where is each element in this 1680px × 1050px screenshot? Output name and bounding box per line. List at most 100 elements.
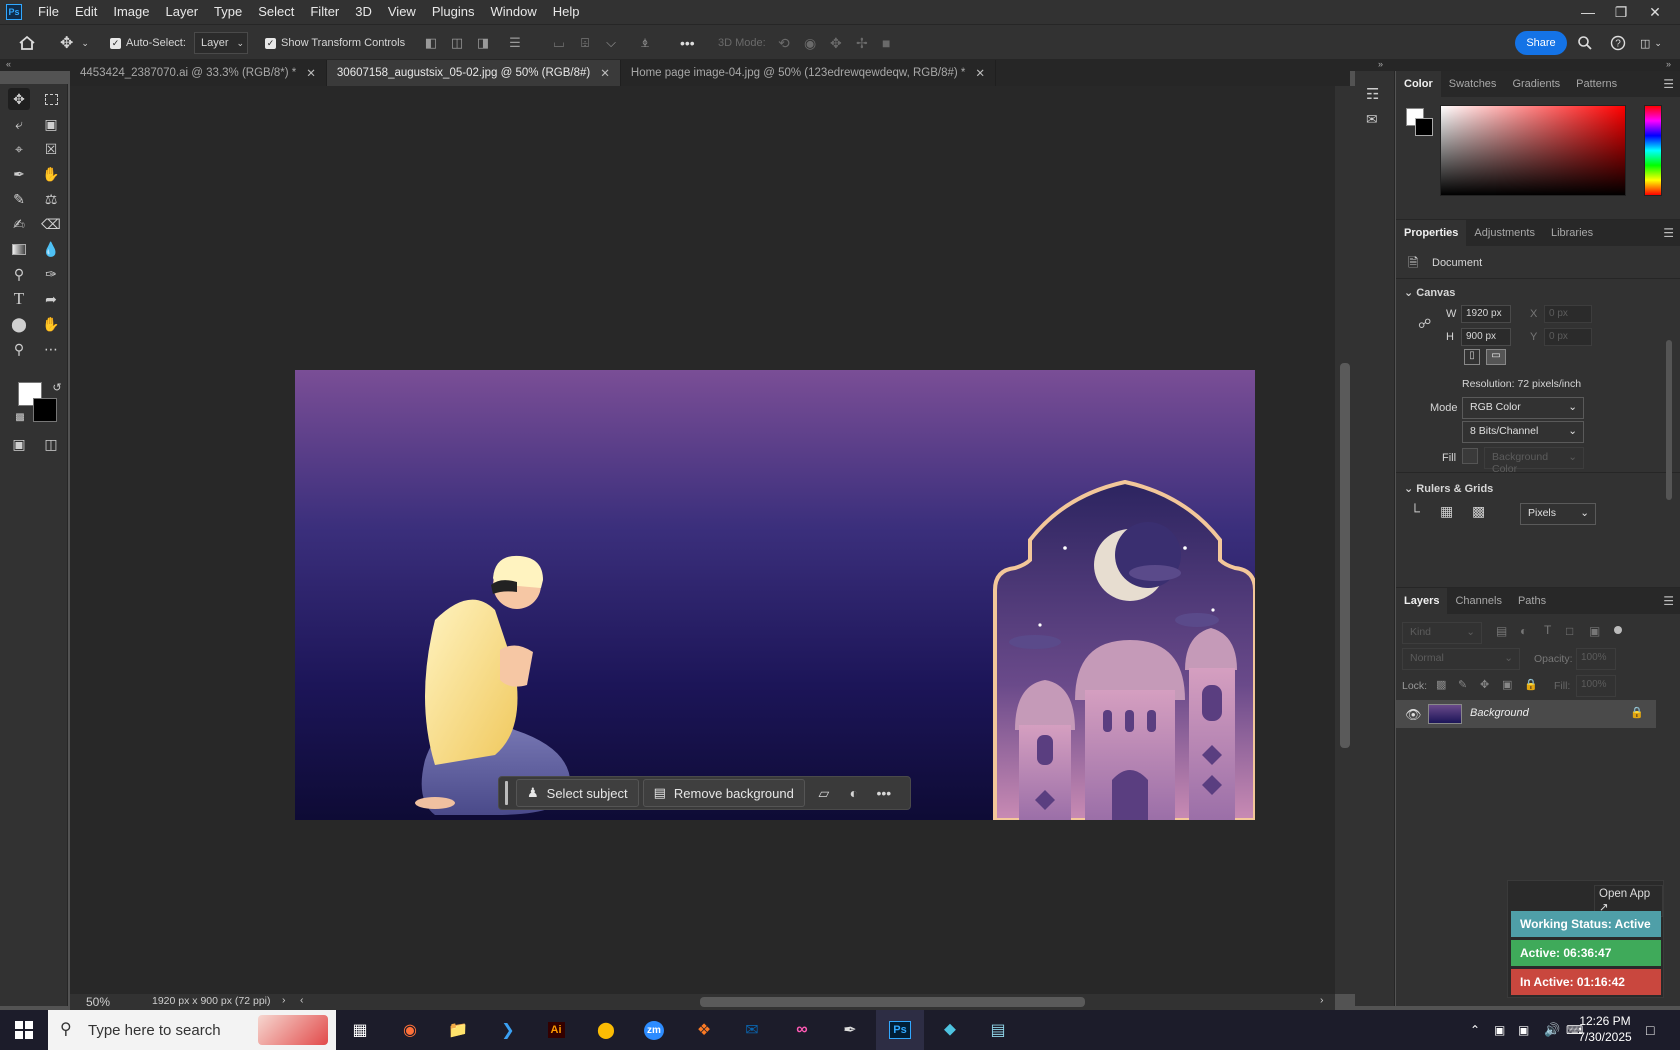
network-icon[interactable]: ▣ <box>1518 1010 1529 1050</box>
close-tab-icon[interactable]: ✕ <box>306 66 316 80</box>
hand-tool-icon[interactable]: ✋ <box>40 313 62 335</box>
units-dropdown[interactable]: Pixels ⌄ <box>1520 503 1596 525</box>
zoom-app-icon[interactable]: zm <box>630 1010 678 1050</box>
transform-icon[interactable]: ▱ <box>809 779 839 807</box>
restore-icon[interactable]: ❐ <box>1606 0 1636 24</box>
notifications-icon[interactable]: □ <box>1646 1010 1654 1050</box>
creative-cloud-icon[interactable]: ∞ <box>778 1010 826 1050</box>
object-selection-icon[interactable]: ▣ <box>40 113 62 135</box>
more-options-icon[interactable]: ••• <box>680 25 695 61</box>
layer-lock-icon[interactable]: 🔒 <box>1630 706 1644 719</box>
more-tools-icon[interactable]: ⋯ <box>40 338 62 360</box>
align-left-icon[interactable]: ◧ <box>422 25 440 61</box>
workspace-icon[interactable]: ◫ ⌄ <box>1640 25 1662 61</box>
menu-3d[interactable]: 3D <box>347 0 380 24</box>
align-right-icon[interactable]: ◨ <box>474 25 492 61</box>
file-explorer-icon[interactable]: 📁 <box>434 1010 482 1050</box>
height-field[interactable]: 900 px <box>1461 328 1511 346</box>
swap-colors-icon[interactable]: ↺ <box>46 376 68 398</box>
drag-handle[interactable] <box>505 781 508 805</box>
share-button[interactable]: Share <box>1515 31 1567 55</box>
menu-plugins[interactable]: Plugins <box>424 0 483 24</box>
start-button[interactable] <box>0 1010 48 1050</box>
background-color-chip[interactable] <box>1415 118 1433 136</box>
outlook-icon[interactable]: ✉ <box>728 1010 776 1050</box>
menu-image[interactable]: Image <box>105 0 157 24</box>
eraser-tool-icon[interactable]: ⌫ <box>40 213 62 235</box>
landscape-icon[interactable]: ▭ <box>1486 349 1506 365</box>
scroll-right-icon[interactable]: › <box>1320 994 1324 1006</box>
taskbar-search[interactable]: ⚲ Type here to search <box>48 1010 336 1050</box>
volume-icon[interactable]: 🔊 <box>1544 1010 1560 1050</box>
zoom-tool-icon[interactable]: ⚲ <box>8 338 30 360</box>
grid-icon[interactable]: ▦ <box>1440 503 1453 520</box>
help-icon[interactable]: ? <box>1610 25 1626 61</box>
tab-color[interactable]: Color <box>1396 71 1441 97</box>
properties-scrollbar[interactable] <box>1666 340 1672 500</box>
hue-slider[interactable] <box>1644 105 1662 196</box>
align-top-icon[interactable]: ⌴ <box>550 25 568 61</box>
status-arrow-icon[interactable]: › <box>282 994 286 1006</box>
transform-controls-checkbox[interactable]: ✓ Show Transform Controls <box>265 25 405 61</box>
document-info[interactable]: 1920 px x 900 px (72 ppi) <box>152 995 271 1007</box>
default-colors-icon[interactable]: ▩ <box>9 406 31 428</box>
tab-libraries[interactable]: Libraries <box>1543 220 1601 246</box>
clock[interactable]: 12:26 PM 7/30/2025 <box>1570 1013 1640 1045</box>
menu-help[interactable]: Help <box>545 0 588 24</box>
width-field[interactable]: 1920 px <box>1461 305 1511 323</box>
collapse-mid-icon[interactable]: » <box>1378 59 1383 69</box>
ellipse-tool-icon[interactable]: ⬤ <box>8 313 30 335</box>
xampp-icon[interactable]: ❖ <box>680 1010 728 1050</box>
crop-tool-icon[interactable]: ⌖ <box>8 138 30 160</box>
auto-select-checkbox[interactable]: ✓ Auto-Select: <box>110 25 186 61</box>
color-field[interactable] <box>1440 105 1626 196</box>
screen-mode-icon[interactable]: ◫ <box>40 433 62 455</box>
link-icon[interactable]: ☍ <box>1418 316 1431 332</box>
tab-doc-3[interactable]: Home page image-04.jpg @ 50% (123edrewqe… <box>621 60 997 86</box>
tab-patterns[interactable]: Patterns <box>1568 71 1625 97</box>
dodge-tool-icon[interactable]: ⚲ <box>8 263 30 285</box>
layer-name[interactable]: Background <box>1470 707 1529 719</box>
horizontal-scroll-thumb[interactable] <box>700 997 1085 1007</box>
illustrator-icon[interactable]: Ai <box>532 1010 580 1050</box>
path-selection-icon[interactable]: ➦ <box>40 288 62 310</box>
tray-app-icon[interactable]: ▣ <box>1494 1010 1505 1050</box>
pen-app-icon[interactable]: ✒ <box>826 1010 874 1050</box>
type-tool-icon[interactable]: T <box>8 288 30 310</box>
collapse-right-icon[interactable]: » <box>1666 59 1671 69</box>
portrait-icon[interactable]: ▯ <box>1464 349 1480 365</box>
tab-swatches[interactable]: Swatches <box>1441 71 1505 97</box>
tab-doc-1[interactable]: 4453424_2387070.ai @ 33.3% (RGB/8*) * ✕ <box>70 60 327 86</box>
marquee-tool-icon[interactable] <box>40 88 62 110</box>
minimize-icon[interactable]: — <box>1573 0 1603 24</box>
vscode-icon[interactable]: ❯ <box>484 1010 532 1050</box>
align-bottom-icon[interactable]: ⌵ <box>602 25 620 61</box>
clone-stamp-icon[interactable]: ⚖ <box>40 188 62 210</box>
vertical-scroll-thumb[interactable] <box>1340 363 1350 748</box>
close-tab-icon[interactable]: ✕ <box>975 66 985 80</box>
history-icon[interactable]: ☶ <box>1366 85 1379 103</box>
more-icon[interactable]: ••• <box>869 779 899 807</box>
distribute-vertical-icon[interactable]: ⍎ <box>636 25 654 61</box>
chrome-icon[interactable]: ⬤ <box>582 1010 630 1050</box>
panel-menu-icon[interactable]: ☰ <box>1663 226 1674 240</box>
history-brush-icon[interactable]: ✍ <box>8 213 30 235</box>
tab-properties[interactable]: Properties <box>1396 220 1467 246</box>
menu-file[interactable]: File <box>30 0 67 24</box>
gradient-tool-icon[interactable] <box>8 238 30 260</box>
canvas-section-title[interactable]: ⌄ Canvas <box>1404 286 1455 299</box>
move-tool-icon[interactable]: ✥ ⌄ <box>60 25 89 61</box>
menu-select[interactable]: Select <box>250 0 302 24</box>
menu-view[interactable]: View <box>380 0 424 24</box>
menu-window[interactable]: Window <box>482 0 544 24</box>
tab-channels[interactable]: Channels <box>1447 588 1509 614</box>
menu-filter[interactable]: Filter <box>302 0 347 24</box>
close-tab-icon[interactable]: ✕ <box>600 66 610 80</box>
align-center-icon[interactable]: ◫ <box>448 25 466 61</box>
color-mode-dropdown[interactable]: RGB Color ⌄ <box>1462 397 1584 419</box>
blur-tool-icon[interactable]: 💧 <box>40 238 62 260</box>
comments-icon[interactable]: ✉ <box>1366 111 1378 128</box>
visibility-eye-icon[interactable]: 👁 <box>1405 707 1422 723</box>
quick-mask-icon[interactable]: ▣ <box>8 433 30 455</box>
search-icon[interactable] <box>1577 25 1593 61</box>
